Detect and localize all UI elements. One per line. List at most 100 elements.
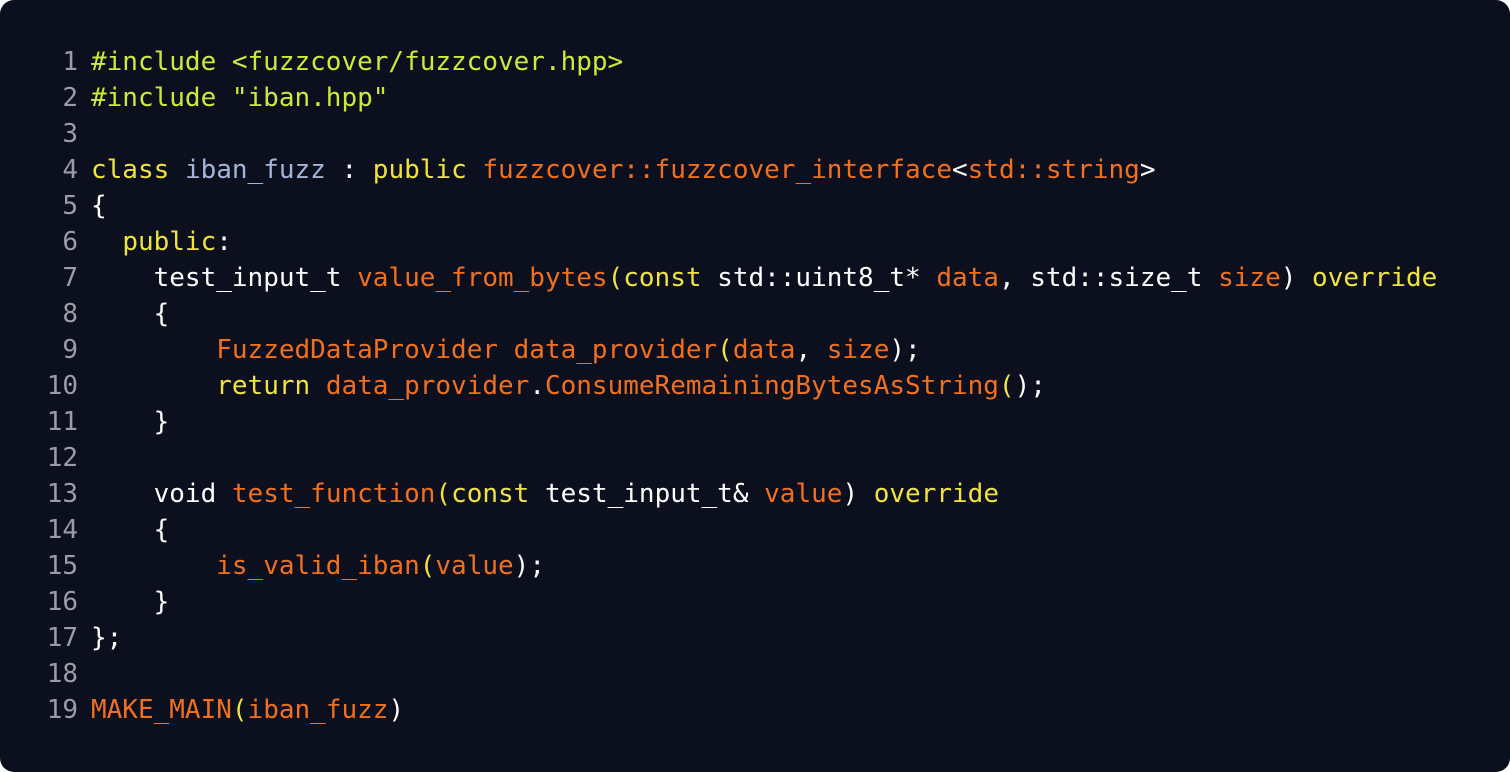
code-token: > [1139,155,1156,185]
code-token: ( [998,371,1015,401]
code-token: data [732,335,796,365]
code-text: test_input_t value_from_bytes(const std:… [78,260,1438,296]
code-text: { [78,188,107,224]
code-token: ( [419,551,436,581]
code-text: class iban_fuzz : public fuzzcover::fuzz… [78,152,1155,188]
code-text: } [78,584,170,620]
line-number: 14 [46,515,78,545]
code-token: value [435,551,514,581]
code-token: size [1218,263,1281,293]
line-number: 10 [46,371,78,401]
code-token: < [951,155,968,185]
code-token: ) [388,695,405,725]
code-token: : [325,155,373,185]
code-token: override [873,479,999,509]
code-line: 6 public: [40,224,1490,260]
line-number: 16 [46,587,78,617]
code-token: test_function [231,479,436,509]
code-text: is_valid_iban(value); [78,548,545,584]
code-window: 1 #include <fuzzcover/fuzzcover.hpp> 2 #inc… [0,0,1510,772]
code-line: 10 return data_provider.ConsumeRemaining… [40,368,1490,404]
code-line: 13 void test_function(const test_input_t… [40,476,1490,512]
code-line: 7 test_input_t value_from_bytes(const st… [40,260,1490,296]
line-number: 2 [62,83,78,113]
code-text: { [78,296,170,332]
code-token: class [91,155,170,185]
line-number: 6 [62,227,78,257]
code-line: 18 [40,656,1490,692]
code-token: public [372,155,467,185]
code-token: ) [1280,263,1313,293]
code-token: ConsumeRemainingBytesAsString [544,371,999,401]
code-text: MAKE_MAIN(iban_fuzz) [78,692,404,728]
code-token: ( [607,263,624,293]
code-token: is_valid_iban [216,551,420,581]
code-token: test_input_t& [529,479,765,509]
code-token: #include <fuzzcover/fuzzcover.hpp> [91,47,624,77]
code-token: iban_fuzz [184,155,326,185]
code-token: MAKE_MAIN [91,695,232,725]
line-number: 15 [46,551,78,581]
line-number: 1 [62,47,78,77]
code-token: override [1312,263,1438,293]
code-token: const [451,479,530,509]
code-token: { [153,299,170,329]
line-number: 17 [46,623,78,653]
line-number: 9 [62,335,78,365]
code-text: { [78,512,170,548]
code-line: 1 #include <fuzzcover/fuzzcover.hpp> [40,44,1490,80]
code-line: 15 is_valid_iban(value); [40,548,1490,584]
code-text: return data_provider.ConsumeRemainingByt… [78,368,1046,404]
code-line: 17}; [40,620,1490,656]
code-line: 12 [40,440,1490,476]
code-line: 3 [40,116,1490,152]
code-token: FuzzedDataProvider [216,335,498,365]
code-token: data_provider [513,335,718,365]
line-number: 5 [62,191,78,221]
line-number: 4 [62,155,78,185]
code-line: 4 class iban_fuzz : public fuzzcover::fuz… [40,152,1490,188]
code-token: iban_fuzz [247,695,389,725]
line-number: 3 [62,119,78,149]
code-line: 5{ [40,188,1490,224]
code-token: : [216,227,232,257]
code-token: data_provider [325,371,530,401]
code-text: }; [78,620,122,656]
code-line: 2 #include "iban.hpp" [40,80,1490,116]
code-token: const [623,263,702,293]
code-text: void test_function(const test_input_t& v… [78,476,999,512]
code-line: 16 } [40,584,1490,620]
code-line: 14 { [40,512,1490,548]
code-token: #include "iban.hpp" [91,83,389,113]
line-number: 19 [46,695,78,725]
code-token: public [122,227,217,257]
code-line: 11 } [40,404,1490,440]
code-text: #include "iban.hpp" [78,80,388,116]
code-token: ); [1014,371,1046,401]
code-line: 19 MAKE_MAIN(iban_fuzz) [40,692,1490,728]
code-token: std::uint8_t* [701,263,937,293]
code-token: }; [91,623,123,653]
code-text: #include <fuzzcover/fuzzcover.hpp> [78,44,623,80]
code-token: { [91,191,107,221]
code-token: value_from_bytes [357,263,608,293]
code-token: ) [842,479,874,509]
code-token: fuzzcover::fuzzcover_interface [482,155,952,185]
code-token: std::string [967,155,1140,185]
line-number: 13 [46,479,78,509]
code-text: public: [78,224,232,260]
code-token: } [153,587,170,617]
code-line: 9 FuzzedDataProvider data_provider(data,… [40,332,1490,368]
